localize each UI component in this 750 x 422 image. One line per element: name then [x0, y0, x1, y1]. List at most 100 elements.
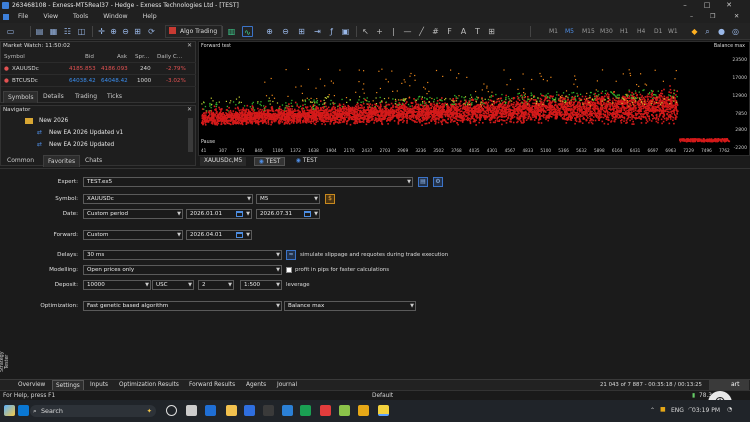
maximize-icon[interactable]: □ — [700, 0, 714, 11]
taskview-icon[interactable] — [166, 405, 177, 416]
tray-app-icon[interactable]: ■ — [660, 406, 666, 413]
expert-properties-icon[interactable]: ▤ — [418, 177, 428, 187]
tf-m15[interactable]: M15 — [582, 28, 595, 35]
data-window-icon[interactable]: ▦ — [48, 26, 59, 37]
user-icon[interactable]: ● — [716, 26, 727, 37]
menu-close-icon[interactable]: ✕ — [734, 11, 739, 23]
alert-icon[interactable]: ◆ — [689, 26, 700, 37]
nav-folder-new-2026[interactable]: New 2026 — [39, 118, 68, 124]
minimize-icon[interactable]: – — [678, 0, 692, 11]
lang-indicator[interactable]: ENG — [671, 407, 684, 414]
delays-select[interactable]: 30 ms ▼ — [83, 250, 282, 260]
edge-icon[interactable] — [205, 405, 216, 416]
market-watch-close-icon[interactable]: ✕ — [187, 42, 192, 49]
date-from-field[interactable]: 2026.01.01 ▼ — [186, 209, 252, 219]
leverage-select[interactable]: 1:500 ▼ — [240, 280, 282, 290]
chat-icon[interactable]: ◎ — [730, 26, 741, 37]
tab-inputs[interactable]: Inputs — [87, 380, 111, 390]
app3-icon[interactable] — [358, 405, 369, 416]
optimization-chart[interactable]: Forward test Balance max 23500 17000 129… — [198, 41, 750, 156]
symbol-select[interactable]: XAUUSDc ▼ — [83, 194, 253, 204]
text-icon[interactable]: A — [458, 26, 469, 37]
tab-common[interactable]: Common — [3, 155, 38, 166]
vline-icon[interactable]: | — [388, 26, 399, 37]
modelling-select[interactable]: Open prices only ▼ — [83, 265, 282, 275]
tab-overview[interactable]: Overview — [15, 380, 48, 390]
calendar-icon[interactable] — [236, 211, 243, 217]
col-symbol[interactable]: Symbol — [4, 52, 25, 63]
col-ask[interactable]: Ask — [117, 52, 127, 63]
explorer-icon[interactable] — [226, 405, 237, 416]
label-icon[interactable]: T — [472, 26, 483, 37]
calendar-icon[interactable] — [236, 232, 243, 238]
menu-help[interactable]: Help — [143, 13, 157, 20]
search-icon[interactable]: ⌕ — [702, 26, 713, 37]
templates-icon[interactable]: ▣ — [340, 26, 351, 37]
date-to-field[interactable]: 2026.07.31 ▼ — [256, 209, 320, 219]
menu-file[interactable]: File — [18, 13, 28, 20]
shapes-icon[interactable]: ⊞ — [486, 26, 497, 37]
tab-journal[interactable]: Journal — [274, 380, 300, 390]
fibo-icon[interactable]: F — [444, 26, 455, 37]
period-select[interactable]: M5 ▼ — [256, 194, 320, 204]
tab-favorites[interactable]: Favorites — [43, 155, 81, 167]
calendar-icon[interactable] — [304, 211, 311, 217]
tab-optimization-results[interactable]: Optimization Results — [116, 380, 182, 390]
criterion-select[interactable]: Balance max ▼ — [284, 301, 416, 311]
tab-agents[interactable]: Agents — [243, 380, 269, 390]
terminal-icon[interactable]: ◫ — [76, 26, 87, 37]
chart-tab-test-active[interactable]: ◉ TEST — [254, 157, 286, 166]
nav-ea-v1[interactable]: New EA 2026 Updated v1 — [49, 130, 123, 136]
zoom-out-icon[interactable]: ⊖ — [120, 26, 131, 37]
taskbar-search[interactable]: ⌕ Search ✦ — [30, 405, 156, 417]
col-daily-change[interactable]: Daily C... — [157, 52, 182, 63]
algo-trading-button[interactable]: Algo Trading — [165, 25, 223, 38]
hline-icon[interactable]: — — [402, 26, 413, 37]
trendline-icon[interactable]: ╱ — [416, 26, 427, 37]
weather-icon[interactable] — [4, 405, 15, 416]
tile-icon[interactable]: ⊞ — [132, 26, 143, 37]
symbol-spec-icon[interactable]: $ — [325, 194, 335, 204]
chrome-icon[interactable] — [320, 405, 331, 416]
date-mode-select[interactable]: Custom period ▼ — [83, 209, 183, 219]
col-bid[interactable]: Bid — [85, 52, 94, 63]
sheets-icon[interactable] — [300, 405, 311, 416]
tf-m30[interactable]: M30 — [600, 28, 613, 35]
tf-h1[interactable]: H1 — [620, 28, 628, 35]
menu-view[interactable]: View — [43, 13, 58, 20]
tab-ticks[interactable]: Ticks — [103, 91, 126, 102]
chart-tab-xauusdc[interactable]: XAUUSDc,M5 — [200, 157, 247, 166]
zoom-minus-icon[interactable]: ⊖ — [280, 26, 291, 37]
grid-icon[interactable]: ⊞ — [296, 26, 307, 37]
close-icon[interactable]: ✕ — [722, 0, 736, 11]
market-watch-icon[interactable]: ▤ — [34, 26, 45, 37]
scroll-icon[interactable]: ⇥ — [312, 26, 323, 37]
crosshair-icon[interactable]: ✛ — [96, 26, 107, 37]
chart-tab-test[interactable]: ◉ TEST — [292, 157, 321, 166]
table-row[interactable]: ● XAUUSDc 4185.853 4186.093 240 -2.79% — [1, 64, 196, 75]
optimization-select[interactable]: Fast genetic based algorithm ▼ — [83, 301, 282, 311]
zoom-in-icon[interactable]: ⊕ — [108, 26, 119, 37]
forward-date-field[interactable]: 2026.04.01 ▼ — [186, 230, 252, 240]
tray-chevron-icon[interactable]: ⌃ — [650, 407, 655, 414]
indicators-icon[interactable]: ƒ — [326, 26, 337, 37]
delays-info-icon[interactable]: ≈ — [286, 250, 296, 260]
tab-symbols[interactable]: Symbols — [3, 91, 39, 103]
nav-ea-updated[interactable]: New EA 2026 Updated — [49, 142, 114, 148]
crosshair-tool-icon[interactable]: + — [374, 26, 385, 37]
refresh-icon[interactable]: ⟳ — [146, 26, 157, 37]
start-button[interactable]: art — [709, 380, 749, 390]
channel-icon[interactable]: # — [430, 26, 441, 37]
store-icon[interactable] — [263, 405, 274, 416]
line-chart-icon[interactable]: ∿ — [242, 26, 253, 37]
navigator-icon[interactable]: ☷ — [62, 26, 73, 37]
menu-min-icon[interactable]: – — [690, 11, 693, 23]
tf-m5[interactable]: M5 — [565, 28, 574, 35]
tab-details[interactable]: Details — [39, 91, 68, 102]
menu-window[interactable]: Window — [103, 13, 127, 20]
expert-select[interactable]: TEST.ex5 ▼ — [83, 177, 413, 187]
col-spread[interactable]: Spr... — [135, 52, 149, 63]
forward-mode-select[interactable]: Custom ▼ — [83, 230, 183, 240]
pips-checkbox[interactable] — [286, 267, 292, 273]
deposit-field[interactable]: 10000 ▼ — [83, 280, 151, 290]
